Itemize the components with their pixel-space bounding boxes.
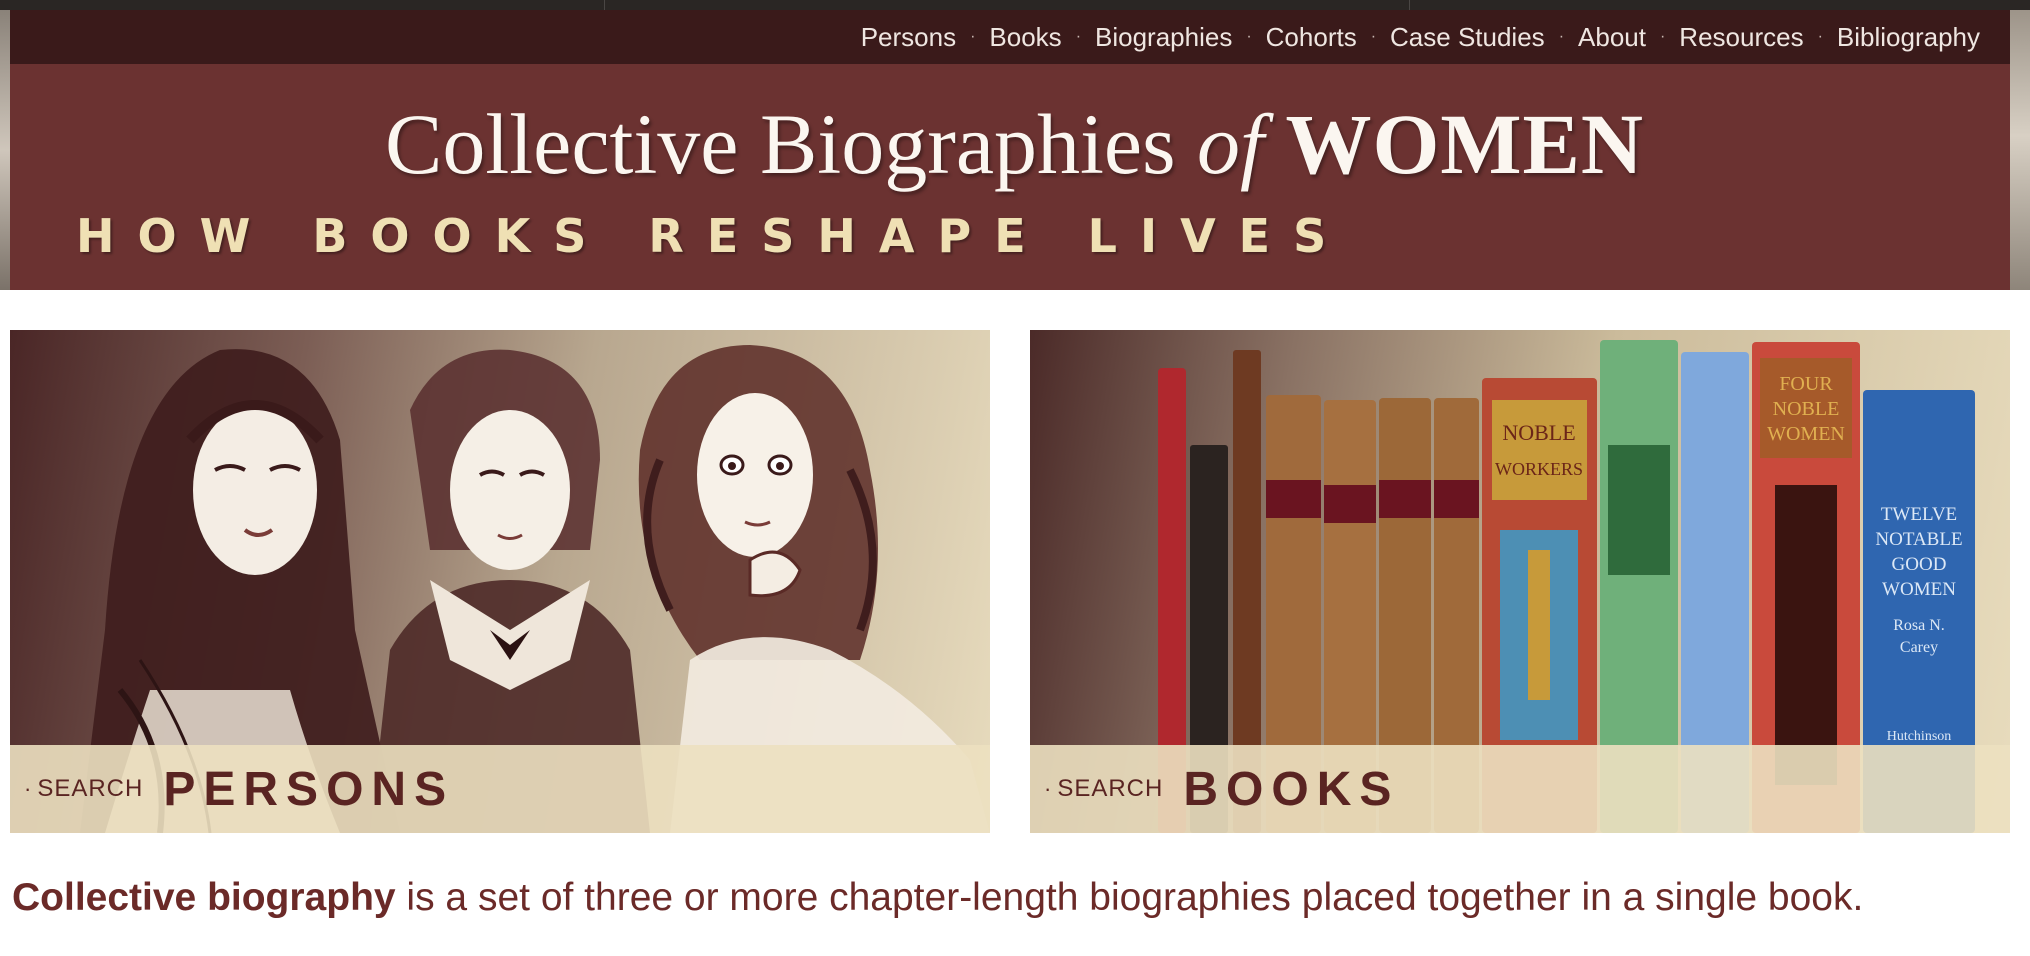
nav-separator: · — [1075, 28, 1082, 45]
search-books-target: BOOKS — [1183, 762, 1400, 816]
spine-text-good: GOOD — [1892, 554, 1947, 575]
search-books-label: SEARCH — [1057, 775, 1164, 802]
spine-text-noble-2: NOBLE — [1773, 398, 1840, 420]
search-persons-bar[interactable]: · SEARCH PERSONS — [10, 745, 990, 833]
site-tagline: HOW BOOKS RESHAPE LIVES — [76, 209, 1350, 263]
nav-separator: · — [1817, 28, 1823, 45]
definition-text: is a set of three or more chapter-length… — [395, 876, 1864, 919]
nav-link-books[interactable]: Books — [989, 22, 1061, 53]
search-persons-target: PERSONS — [163, 762, 455, 816]
collective-biography-definition: Collective biography is a set of three o… — [12, 870, 2022, 926]
spine-text-noble: NOBLE — [1502, 420, 1575, 445]
search-bullet: · — [24, 776, 32, 801]
nav-separator: · — [1370, 28, 1377, 45]
nav-link-case-studies[interactable]: Case Studies — [1390, 22, 1545, 53]
browser-chrome-strip — [0, 0, 2030, 10]
definition-term: Collective biography — [12, 876, 396, 919]
nav-link-persons[interactable]: Persons — [861, 22, 956, 53]
search-bullet: · — [1044, 776, 1052, 801]
search-books-bar[interactable]: · SEARCH BOOKS — [1030, 745, 2010, 833]
site-title[interactable]: Collective Biographies of WOMEN — [385, 94, 1644, 194]
left-background-art — [0, 10, 10, 290]
nav-link-biographies[interactable]: Biographies — [1095, 22, 1232, 53]
search-books-panel[interactable]: NOBLE WORKERS FOUR NOBLE WOMEN TWELVE NO… — [1030, 330, 2010, 833]
nav-separator: · — [1246, 28, 1252, 45]
site-banner[interactable]: Collective Biographies of WOMEN HOW BOOK… — [10, 64, 2010, 290]
search-persons-panel[interactable]: · SEARCH PERSONS — [10, 330, 990, 833]
search-persons-label: SEARCH — [37, 775, 144, 802]
spine-text-hutchinson: Hutchinson — [1887, 729, 1952, 744]
site-title-main: Collective Biographies — [385, 96, 1176, 192]
nav-link-resources[interactable]: Resources — [1679, 22, 1803, 53]
site-title-women: WOMEN — [1285, 96, 1644, 192]
spine-text-twelve: TWELVE — [1881, 504, 1957, 525]
nav-link-bibliography[interactable]: Bibliography — [1837, 22, 1980, 53]
spine-text-women: WOMEN — [1767, 423, 1845, 445]
site-title-of: of — [1197, 96, 1264, 192]
nav-separator: · — [970, 28, 976, 45]
nav-separator: · — [1659, 28, 1666, 45]
right-background-art — [2010, 10, 2030, 290]
nav-link-about[interactable]: About — [1578, 22, 1646, 53]
nav-separator: · — [1558, 28, 1565, 45]
spine-text-notable: NOTABLE — [1875, 529, 1962, 550]
spine-text-carey: Carey — [1900, 639, 1938, 656]
spine-text-women-2: WOMEN — [1882, 579, 1956, 600]
spine-text-rosa: Rosa N. — [1893, 617, 1945, 634]
spine-text-four: FOUR — [1779, 373, 1833, 395]
spine-text-workers: WORKERS — [1495, 459, 1583, 479]
top-navigation: Persons · Books · Biographies · Cohorts · Ca… — [10, 10, 2010, 64]
nav-link-cohorts[interactable]: Cohorts — [1266, 22, 1357, 53]
